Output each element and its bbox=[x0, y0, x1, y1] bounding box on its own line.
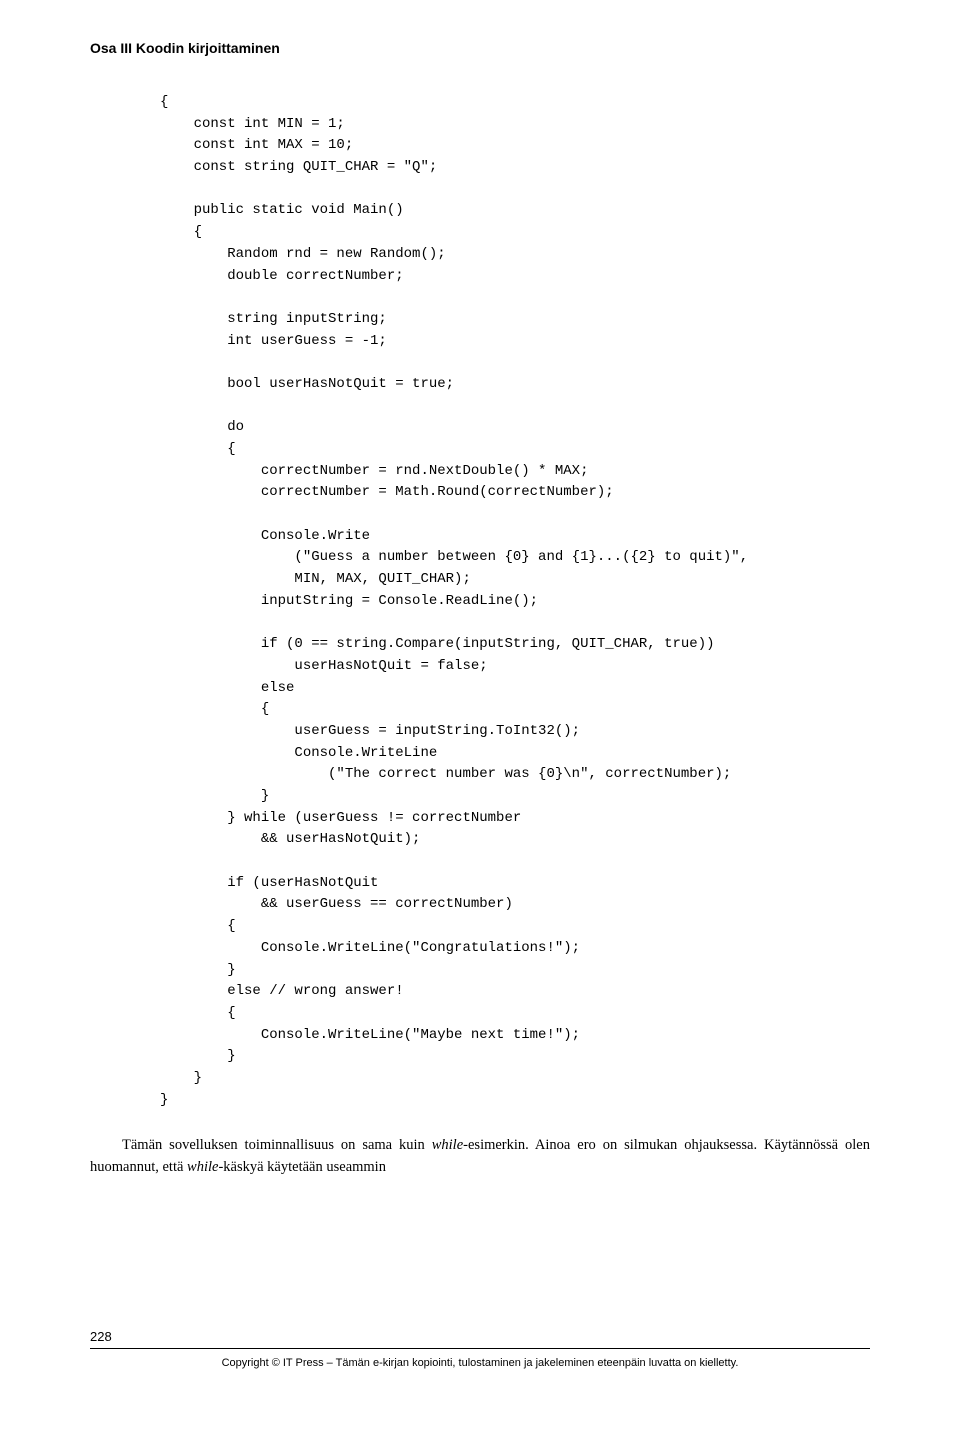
page-number: 228 bbox=[90, 1329, 870, 1344]
paragraph-text-3: -käskyä käytetään useammin bbox=[218, 1159, 386, 1175]
page-header: Osa III Koodin kirjoittaminen bbox=[90, 40, 870, 56]
italic-while-1: while bbox=[432, 1137, 463, 1153]
italic-while-2: while bbox=[187, 1159, 218, 1175]
footer: 228 Copyright © IT Press – Tämän e-kirja… bbox=[90, 1329, 870, 1369]
body-paragraph: Tämän sovelluksen toiminnallisuus on sam… bbox=[90, 1135, 870, 1179]
page-container: Osa III Koodin kirjoittaminen { const in… bbox=[0, 0, 960, 1399]
footer-divider bbox=[90, 1348, 870, 1349]
code-listing: { const int MIN = 1; const int MAX = 10;… bbox=[160, 92, 870, 1111]
paragraph-text-1: Tämän sovelluksen toiminnallisuus on sam… bbox=[122, 1137, 432, 1153]
copyright-text: Copyright © IT Press – Tämän e-kirjan ko… bbox=[90, 1357, 870, 1369]
